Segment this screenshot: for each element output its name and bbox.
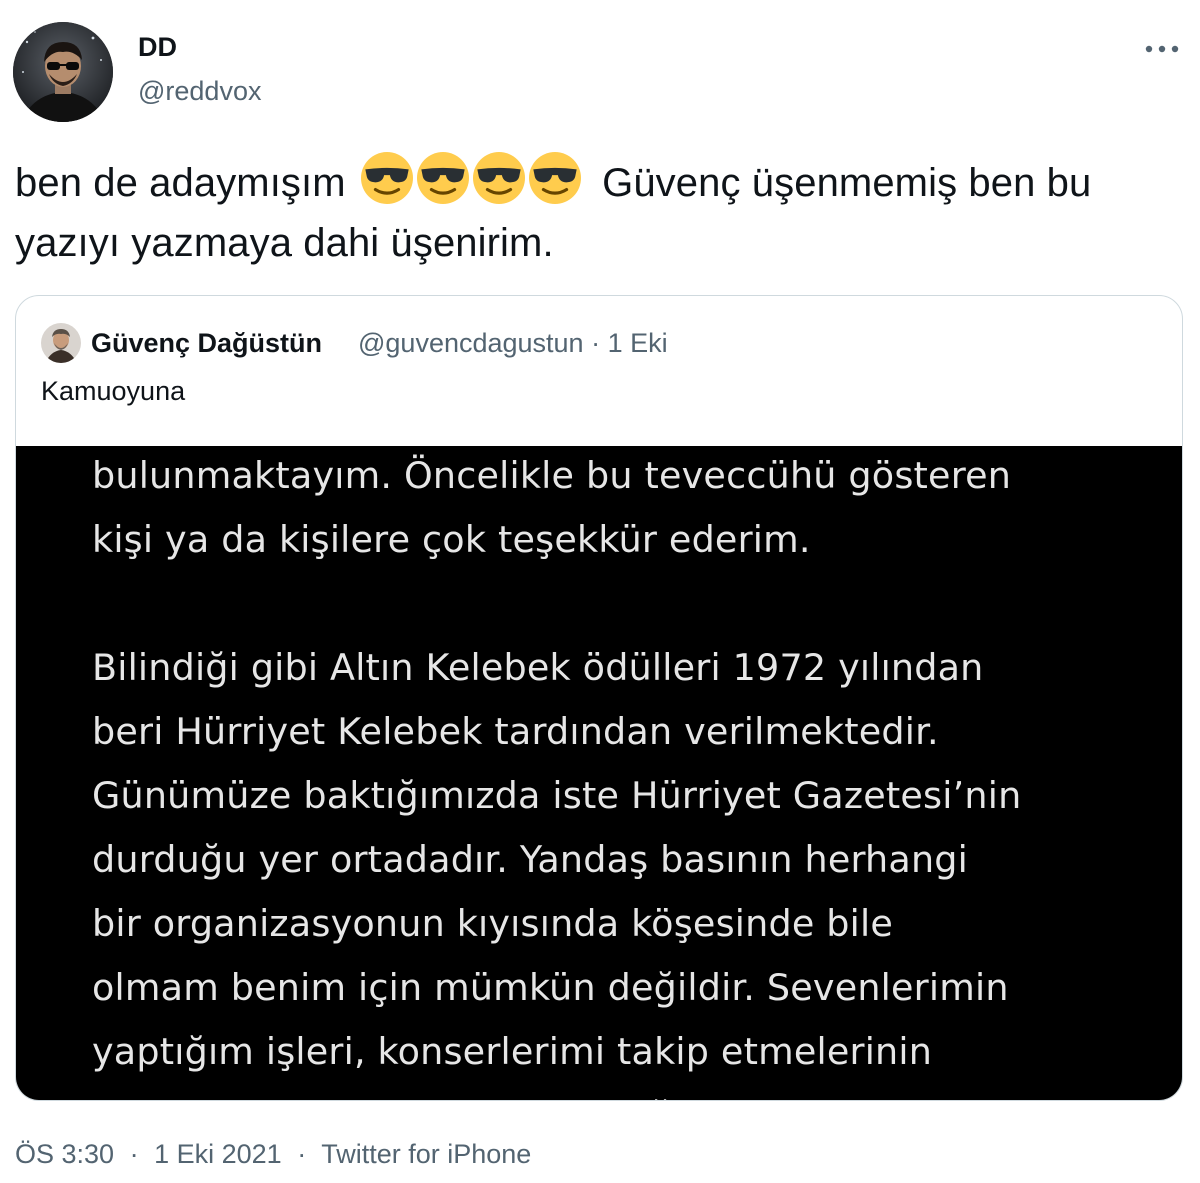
image-text-line: beri Hürriyet Kelebek tardından verilmek… — [92, 710, 939, 753]
smiling-face-with-sunglasses-icon — [360, 152, 413, 205]
tweet-meta: ÖS 3:30 · 1 Eki 2021 · Twitter for iPhon… — [15, 1136, 531, 1172]
tweet-source[interactable]: Twitter for iPhone — [321, 1139, 531, 1169]
image-text-line: Günümüze baktığımızda iste Hürriyet Gaze… — [92, 774, 1022, 817]
avatar-photo — [41, 323, 81, 363]
image-text-line: bir organizasyonun kıyısında köşesinde b… — [92, 902, 894, 945]
tweet-text-part-1: ben de adaymışım — [15, 161, 346, 205]
image-text-line: Bilindiği gibi Altın Kelebek ödülleri 19… — [92, 646, 984, 689]
meta-separator: · — [297, 1139, 307, 1169]
quoted-author-handle-and-date[interactable]: @guvencdagustun · 1 Eki — [358, 326, 668, 360]
smiling-face-with-sunglasses-icon — [472, 152, 525, 205]
image-text-line — [92, 572, 1152, 636]
image-text-line: durduğu yer ortadadır. Yandaş basının he… — [92, 838, 968, 881]
image-text-line: bulunmaktayım. Öncelikle bu teveccühü gö… — [92, 454, 1012, 497]
tweet-date[interactable]: 1 Eki 2021 — [154, 1139, 282, 1169]
smiling-face-with-sunglasses-icon — [528, 152, 581, 205]
smiling-face-with-sunglasses-icon — [416, 152, 469, 205]
author-avatar[interactable] — [13, 22, 113, 122]
quoted-author-display-name[interactable]: Güvenç Dağüstün — [91, 326, 322, 360]
quoted-tweet-image[interactable]: bulunmaktayım. Öncelikle bu teveccühü gö… — [16, 446, 1182, 1100]
image-text-line: yaptığım işleri, konserlerimi takip etme… — [92, 1030, 933, 1073]
more-options-button[interactable] — [1140, 34, 1184, 64]
quoted-tweet-text: Kamuoyuna — [41, 376, 186, 406]
quoted-author-avatar[interactable] — [41, 323, 81, 363]
avatar-photo — [13, 22, 113, 122]
image-text-block: bulunmaktayım. Öncelikle bu teveccühü gö… — [92, 446, 1152, 1100]
emoji-group — [360, 152, 585, 210]
image-text-line: kişi ya da kişilere çok teşekkür ederim. — [92, 518, 811, 561]
more-horizontal-icon — [1145, 45, 1179, 53]
author-handle[interactable]: @reddvox — [138, 74, 261, 108]
image-text-line: olmam benim için mümkün değildir. Sevenl… — [92, 966, 1009, 1009]
meta-separator: · — [129, 1139, 139, 1169]
quoted-tweet-card[interactable]: Güvenç Dağüstün @guvencdagustun · 1 Eki … — [15, 295, 1183, 1101]
tweet: DD @reddvox ben de adaymışım Güvenç üşen… — [0, 0, 1200, 1183]
tweet-time[interactable]: ÖS 3:30 — [15, 1139, 114, 1169]
image-text-line: benim için en büyük ödül olduğunu hatırl… — [92, 1084, 1152, 1100]
author-display-name[interactable]: DD — [138, 30, 177, 64]
tweet-text: ben de adaymışım Güvenç üşenmemiş ben bu… — [15, 152, 1190, 272]
